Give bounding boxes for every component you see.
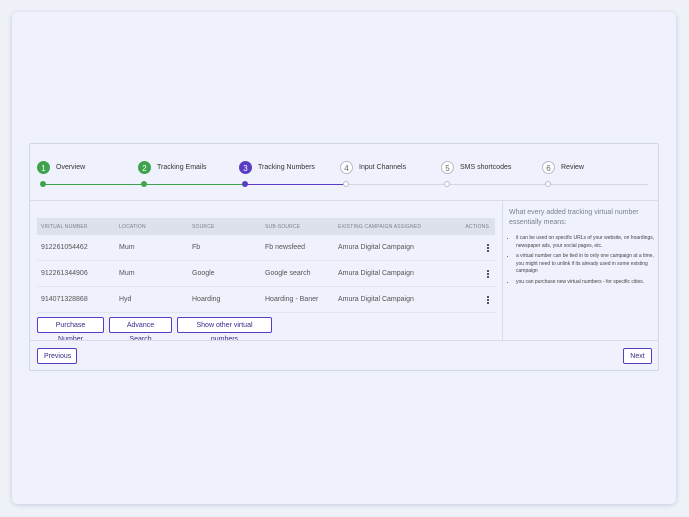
cell-location: Hyd <box>119 296 132 303</box>
step-dot <box>343 181 349 187</box>
table-row: 912261344906 Mum Google Google search Am… <box>37 261 495 287</box>
info-list: it can be used on specific URLs of your … <box>509 235 655 286</box>
cell-sub-source: Fb newsfeed <box>265 244 306 251</box>
progress-track-active <box>245 184 346 185</box>
table-row: 912261054462 Mum Fb Fb newsfeed Amura Di… <box>37 235 495 261</box>
more-vertical-icon[interactable] <box>487 269 489 278</box>
cell-source: Hoarding <box>192 296 221 303</box>
wizard-panel: 1 Overview 2 Tracking Emails 3 Tracking … <box>29 143 659 371</box>
step-number: 6 <box>542 160 555 174</box>
step-overview[interactable]: 1 Overview <box>37 160 85 174</box>
info-panel: What every added tracking virtual number… <box>509 208 655 289</box>
step-dot <box>40 181 46 187</box>
step-dot <box>444 181 450 187</box>
row-actions <box>455 243 495 252</box>
row-actions <box>455 295 495 304</box>
info-title: What every added tracking virtual number… <box>509 209 639 226</box>
cell-virtual-number: 912261344906 <box>41 270 88 277</box>
info-bullet: it can be used on specific URLs of your … <box>516 235 655 250</box>
progress-track-pending <box>346 184 648 185</box>
cell-location: Mum <box>119 270 135 277</box>
step-number: 4 <box>340 160 353 174</box>
divider <box>502 201 503 340</box>
step-label: Input Channels <box>359 163 407 171</box>
table-row: 914071328868 Hyd Hoarding Hoarding - Ban… <box>37 287 495 313</box>
cell-sub-source: Google search <box>265 270 311 277</box>
cell-source: Fb <box>192 244 201 251</box>
more-vertical-icon[interactable] <box>487 243 489 252</box>
cell-campaign: Amura Digital Campaign <box>338 244 414 251</box>
divider <box>30 340 658 341</box>
column-header: ACTIONS <box>465 223 489 230</box>
previous-button[interactable]: Previous <box>37 348 77 364</box>
step-sms-shortcodes[interactable]: 5 SMS shortcodes <box>441 160 511 174</box>
step-dot <box>242 181 248 187</box>
column-header: SOURCE <box>192 223 215 230</box>
step-number: 1 <box>37 160 50 174</box>
row-actions <box>455 269 495 278</box>
table-header: VIRTUAL NUMBER LOCATION SOURCE SUB-SOURC… <box>37 218 495 235</box>
step-number: 5 <box>441 160 454 174</box>
cell-campaign: Amura Digital Campaign <box>338 270 414 277</box>
step-input-channels[interactable]: 4 Input Channels <box>340 160 406 174</box>
step-number: 2 <box>138 160 151 174</box>
advance-search-button[interactable]: Advance Search <box>109 317 172 343</box>
column-header: EXISTING CAMPAIGN ASSIGNED <box>338 223 422 230</box>
cell-source: Google <box>192 270 215 277</box>
step-label: Overview <box>56 163 86 171</box>
step-label: Review <box>561 163 584 171</box>
cell-virtual-number: 914071328868 <box>41 296 88 303</box>
cell-campaign: Amura Digital Campaign <box>338 296 414 303</box>
step-number: 3 <box>239 160 252 174</box>
step-dot <box>141 181 147 187</box>
info-bullet: you can purchase new virtual numbers - f… <box>516 279 655 287</box>
cell-sub-source: Hoarding - Baner <box>265 296 319 303</box>
column-header: SUB-SOURCE <box>265 223 301 230</box>
step-label: Tracking Numbers <box>258 163 315 171</box>
cell-virtual-number: 912261054462 <box>41 244 88 251</box>
column-header: VIRTUAL NUMBER <box>41 223 88 230</box>
more-vertical-icon[interactable] <box>487 295 489 304</box>
step-dot <box>545 181 551 187</box>
purchase-number-button[interactable]: Purchase Number <box>37 317 104 343</box>
virtual-numbers-table: VIRTUAL NUMBER LOCATION SOURCE SUB-SOURC… <box>37 218 495 313</box>
divider <box>30 200 658 201</box>
step-review[interactable]: 6 Review <box>542 160 584 174</box>
step-label: SMS shortcodes <box>460 163 512 171</box>
next-button[interactable]: Next <box>623 348 652 364</box>
step-label: Tracking Emails <box>157 163 207 171</box>
step-tracking-emails[interactable]: 2 Tracking Emails <box>138 160 207 174</box>
step-tracking-numbers[interactable]: 3 Tracking Numbers <box>239 160 315 174</box>
cell-location: Mum <box>119 244 135 251</box>
column-header: LOCATION <box>119 223 146 230</box>
show-other-virtual-numbers-button[interactable]: Show other virtual numbers <box>177 317 272 343</box>
info-bullet: a virtual number can be tied in to only … <box>516 253 655 276</box>
